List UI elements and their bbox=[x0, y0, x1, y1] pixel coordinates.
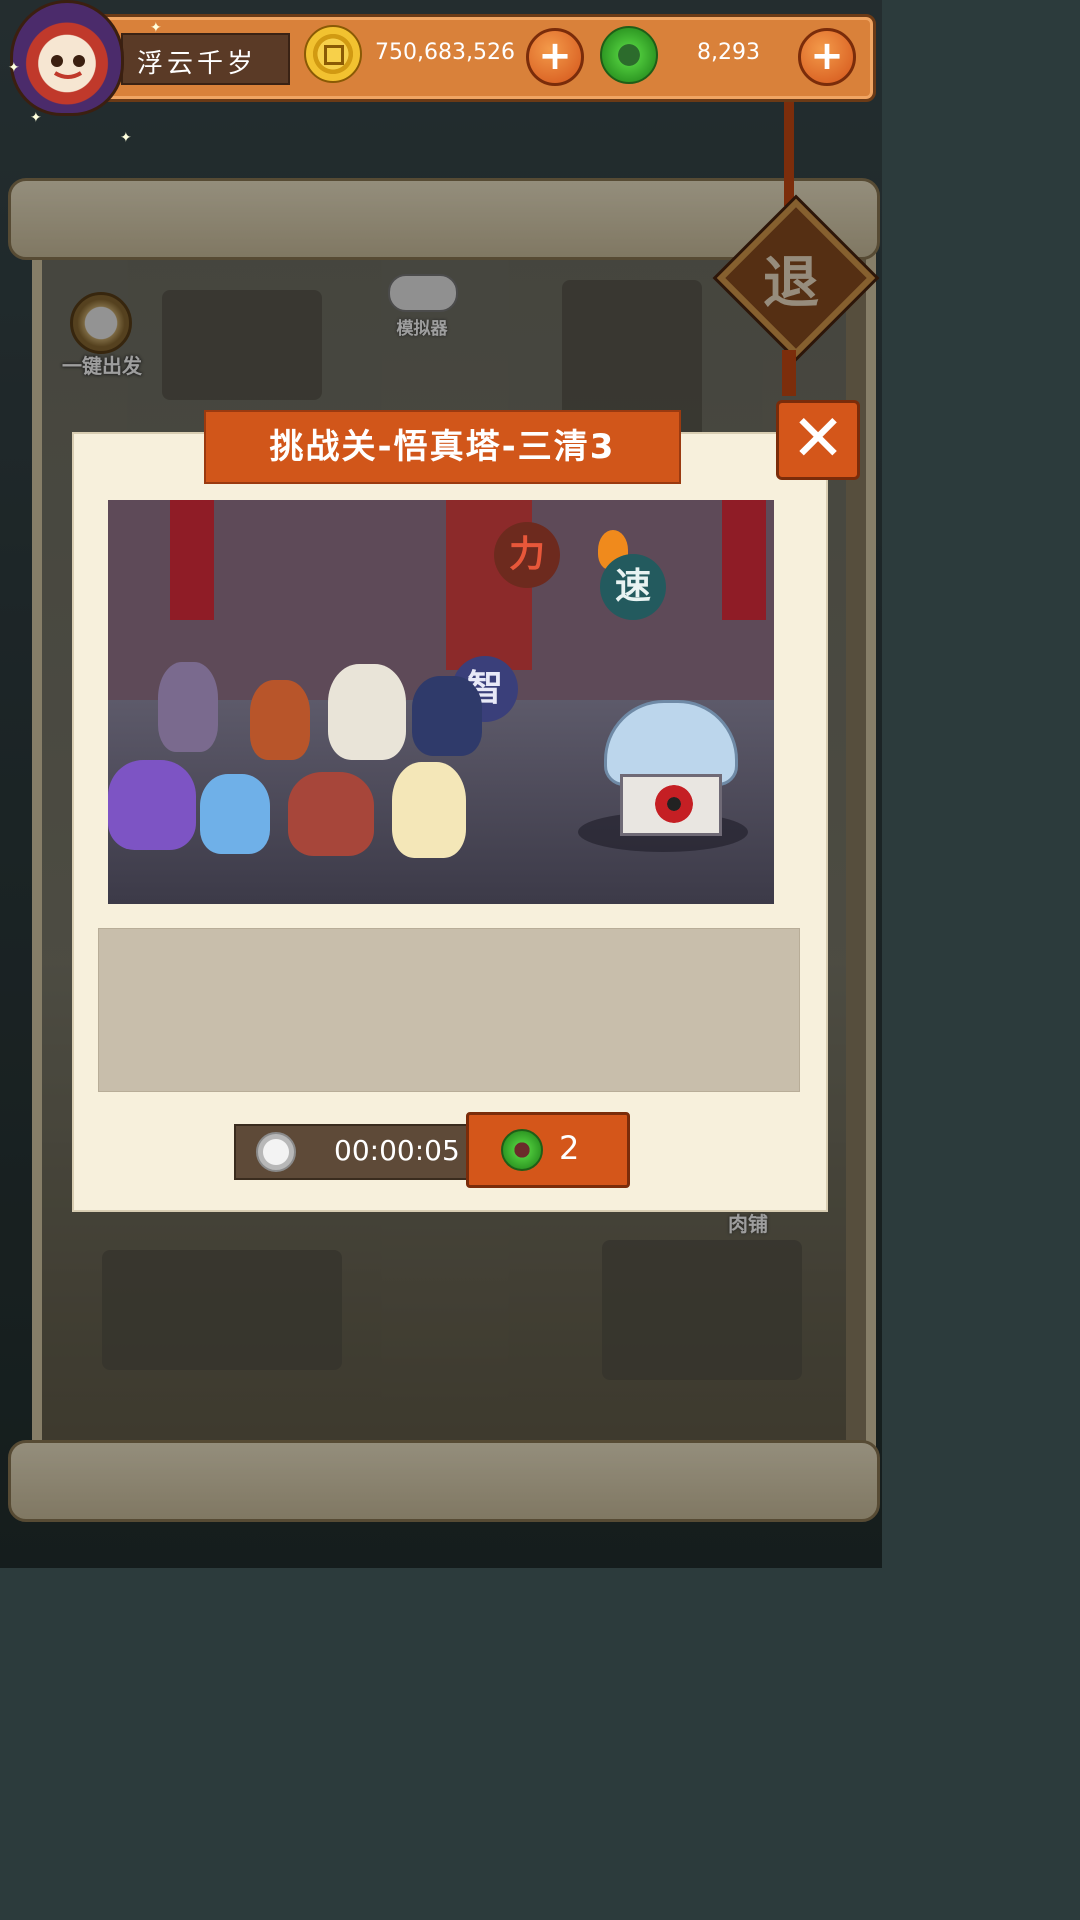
add-jade-button[interactable]: + bbox=[798, 28, 856, 86]
player-name: 浮云千岁 bbox=[137, 49, 258, 79]
hero-character bbox=[108, 760, 196, 850]
speed-badge-icon: 速 bbox=[600, 554, 666, 620]
start-challenge-button[interactable]: 2 bbox=[466, 1112, 630, 1188]
sparkle-icon: ✦ bbox=[30, 110, 42, 126]
jade-amount: 8,293 bbox=[697, 40, 760, 65]
timer-display: 00:00:05 bbox=[234, 1124, 488, 1180]
add-coins-button[interactable]: + bbox=[526, 28, 584, 86]
hero-character bbox=[288, 772, 374, 856]
player-avatar[interactable] bbox=[10, 0, 124, 116]
enemy-body bbox=[620, 774, 722, 836]
jade-icon bbox=[501, 1129, 543, 1171]
jade-icon bbox=[600, 26, 658, 84]
stage-description bbox=[98, 928, 800, 1092]
hero-character bbox=[328, 664, 406, 760]
preview-banner bbox=[722, 500, 766, 620]
hero-character bbox=[412, 676, 482, 756]
preview-banner bbox=[170, 500, 214, 620]
close-button[interactable]: ✕ bbox=[776, 400, 860, 480]
challenge-cost: 2 bbox=[559, 1129, 580, 1167]
dialog-title: 挑战关-悟真塔-三清3 bbox=[204, 410, 681, 484]
sparkle-icon: ✦ bbox=[150, 20, 162, 36]
sparkle-icon: ✦ bbox=[120, 130, 132, 146]
hero-character bbox=[250, 680, 310, 760]
red-eye-icon bbox=[655, 785, 693, 823]
stopwatch-icon bbox=[256, 1132, 296, 1172]
hero-character bbox=[158, 662, 218, 752]
enemy-character bbox=[604, 700, 738, 836]
hero-character bbox=[200, 774, 270, 854]
jester-mask-icon bbox=[51, 55, 85, 79]
player-name-box: 浮云千岁 bbox=[121, 33, 290, 85]
coin-amount: 750,683,526 bbox=[375, 40, 515, 65]
timer-value: 00:00:05 bbox=[334, 1134, 460, 1167]
strength-badge-icon: 力 bbox=[494, 522, 560, 588]
sparkle-icon: ✦ bbox=[8, 60, 20, 76]
coin-icon bbox=[304, 25, 362, 83]
battle-preview-image: 力 速 智 bbox=[108, 500, 774, 904]
hero-character bbox=[392, 762, 466, 858]
